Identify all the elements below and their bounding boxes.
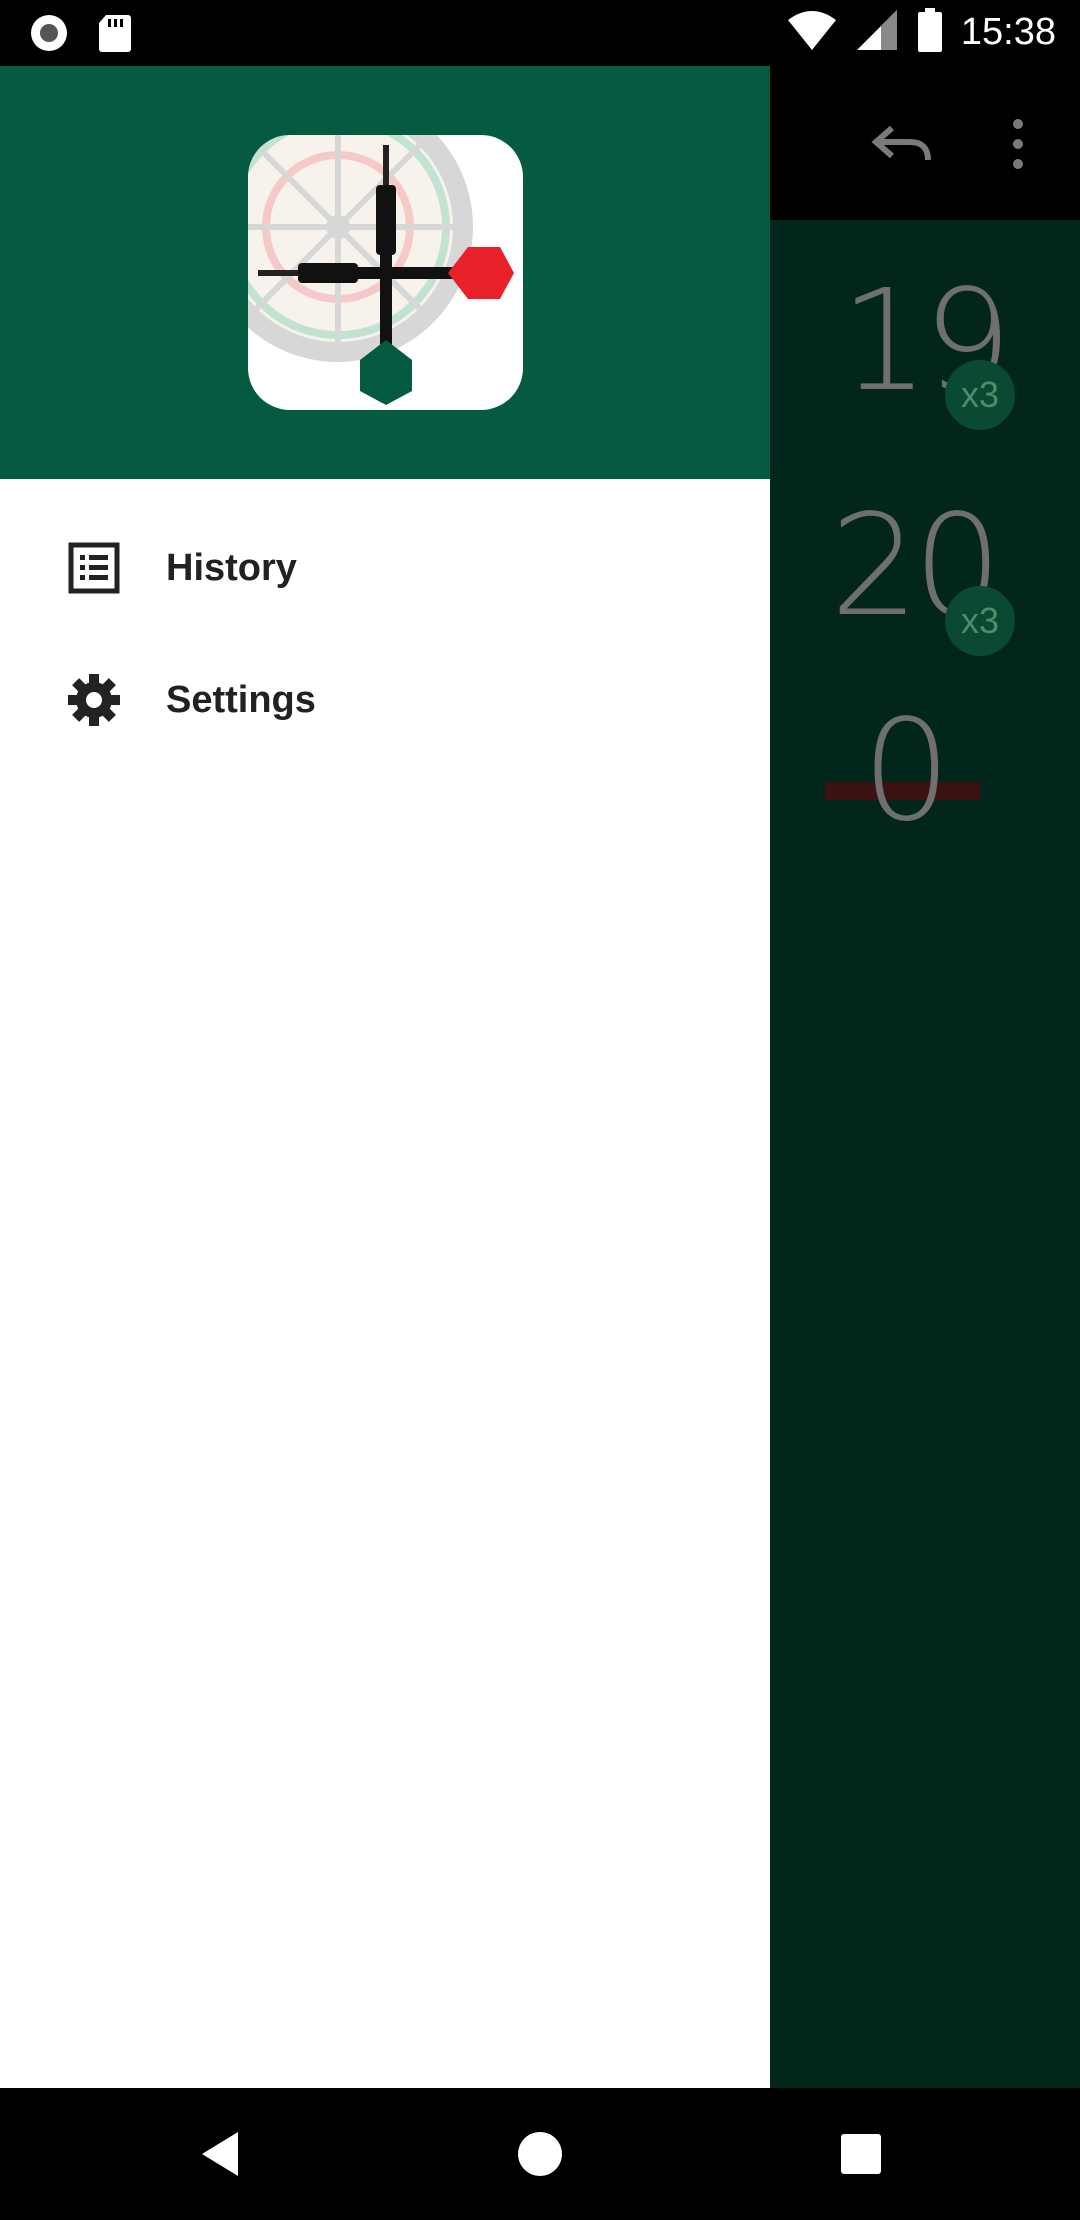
status-bar: 15:38	[0, 0, 1080, 66]
undo-icon[interactable]	[870, 116, 934, 177]
recents-icon[interactable]	[795, 2088, 927, 2220]
drawer-item-label: Settings	[166, 678, 316, 721]
record-icon	[28, 12, 70, 59]
multiplier-badge: x3	[945, 586, 1015, 656]
back-icon[interactable]	[154, 2088, 286, 2220]
drawer-item-settings[interactable]: Settings	[0, 634, 770, 766]
dartboard-logo-icon	[248, 135, 523, 410]
drawer-item-history[interactable]: History	[0, 502, 770, 634]
navigation-drawer: History Settings	[0, 66, 770, 2088]
wifi-icon	[787, 8, 837, 57]
score-value[interactable]: 0	[862, 690, 951, 853]
list-icon	[66, 540, 122, 596]
signal-icon	[855, 8, 899, 57]
battery-icon	[917, 8, 943, 57]
score-panel: 19 x3 20 x3 0	[770, 220, 1080, 2088]
status-time: 15:38	[960, 11, 1056, 53]
gear-icon	[66, 672, 122, 728]
app-toolbar	[770, 66, 1080, 220]
drawer-item-label: History	[166, 546, 297, 589]
more-vert-icon[interactable]	[1010, 118, 1026, 175]
drawer-header	[0, 66, 770, 479]
sd-card-icon	[98, 13, 132, 58]
multiplier-badge: x3	[945, 360, 1015, 430]
system-nav-bar	[0, 2088, 1080, 2220]
home-icon[interactable]	[474, 2088, 606, 2220]
